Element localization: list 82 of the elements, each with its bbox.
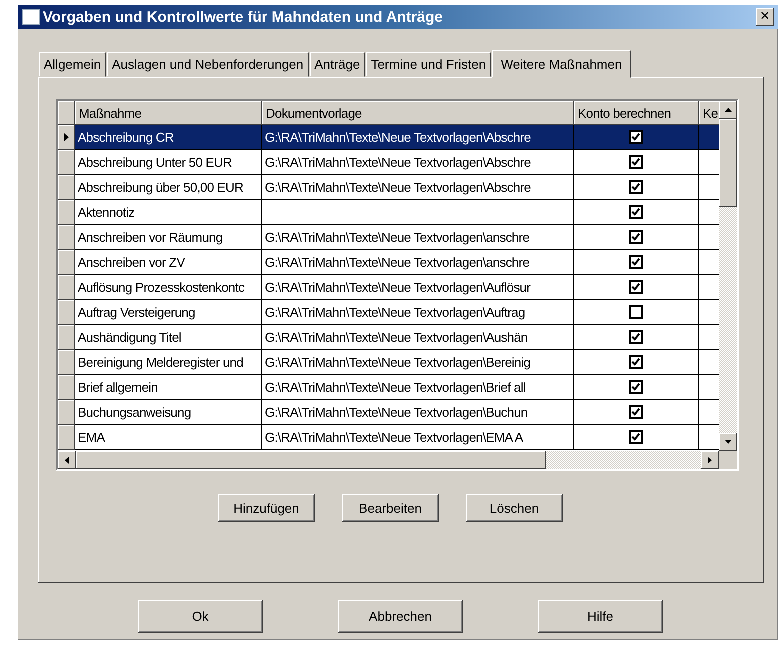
right-arrow-icon bbox=[708, 456, 712, 464]
column-header: Ke bbox=[699, 101, 719, 125]
row-header[interactable] bbox=[58, 275, 75, 300]
table-cell: Aushändigung Titel bbox=[75, 325, 262, 350]
checkbox[interactable] bbox=[629, 355, 643, 369]
tab[interactable]: Termine und Fristen bbox=[366, 52, 492, 77]
scroll-right-button[interactable] bbox=[701, 451, 719, 469]
table-cell: G:\RA\TriMahn\Texte\Neue Textvorlagen\anschre bbox=[262, 250, 574, 275]
checkbox[interactable] bbox=[629, 255, 643, 269]
table-cell: G:\RA\TriMahn\Texte\Neue Textvorlagen\anschre bbox=[262, 225, 574, 250]
table-cell: G:\RA\TriMahn\Texte\Neue Textvorlagen\Brief all bbox=[262, 375, 574, 400]
checkbox[interactable] bbox=[629, 155, 643, 169]
table-cell: Abschreibung CR bbox=[75, 125, 262, 150]
scroll-thumb[interactable] bbox=[76, 451, 546, 469]
action-button[interactable]: Bearbeiten bbox=[342, 494, 439, 522]
table-cell: Brief allgemein bbox=[75, 375, 262, 400]
dialog-button[interactable]: Hilfe bbox=[538, 600, 663, 633]
tab[interactable]: Anträge bbox=[310, 52, 366, 77]
checkbox[interactable] bbox=[629, 180, 643, 194]
table-cell: Buchungsanweisung bbox=[75, 400, 262, 425]
up-arrow-icon bbox=[724, 108, 732, 112]
checkbox[interactable] bbox=[629, 405, 643, 419]
horizontal-scrollbar[interactable] bbox=[58, 451, 737, 469]
dialog-button[interactable]: Abbrechen bbox=[338, 600, 463, 633]
scroll-up-button[interactable] bbox=[719, 101, 737, 119]
table-cell: Auflösung Prozesskostenkontc bbox=[75, 275, 262, 300]
scroll-thumb[interactable] bbox=[719, 119, 737, 207]
tab[interactable]: Weitere Maßnahmen bbox=[492, 50, 632, 78]
table-cell: G:\RA\TriMahn\Texte\Neue Textvorlagen\Bereinig bbox=[262, 350, 574, 375]
table-cell: Abschreibung Unter 50 EUR bbox=[75, 150, 262, 175]
table-cell: Abschreibung über 50,00 EUR bbox=[75, 175, 262, 200]
row-header[interactable] bbox=[58, 375, 75, 400]
column-header: Maßnahme bbox=[75, 101, 262, 125]
table-cell: G:\RA\TriMahn\Texte\Neue Textvorlagen\EMA A bbox=[262, 425, 574, 450]
table-cell: G:\RA\TriMahn\Texte\Neue Textvorlagen\Auflösur bbox=[262, 275, 574, 300]
row-header[interactable] bbox=[58, 400, 75, 425]
row-header[interactable] bbox=[58, 175, 75, 200]
tab[interactable]: Allgemein bbox=[39, 52, 106, 77]
window-icon bbox=[22, 9, 40, 25]
close-button[interactable]: × bbox=[756, 8, 774, 26]
column-header: Dokumentvorlage bbox=[262, 101, 574, 125]
scroll-left-button[interactable] bbox=[58, 451, 76, 469]
window-title: Vorgaben und Kontrollwerte für Mahndaten und Anträge bbox=[43, 8, 444, 26]
scroll-down-button[interactable] bbox=[719, 433, 737, 451]
table-cell: G:\RA\TriMahn\Texte\Neue Textvorlagen\Aushän bbox=[262, 325, 574, 350]
table-cell: Auftrag Versteigerung bbox=[75, 300, 262, 325]
vertical-scrollbar[interactable] bbox=[719, 101, 737, 451]
table-cell: Aktennotiz bbox=[75, 200, 262, 225]
row-header[interactable] bbox=[58, 200, 75, 225]
column-header: Konto berechnen bbox=[574, 101, 699, 125]
table-cell: G:\RA\TriMahn\Texte\Neue Textvorlagen\Abschre bbox=[262, 175, 574, 200]
checkbox[interactable] bbox=[629, 130, 643, 144]
checkbox[interactable] bbox=[629, 280, 643, 294]
row-pointer-icon bbox=[64, 133, 69, 142]
row-header[interactable] bbox=[58, 350, 75, 375]
row-header[interactable] bbox=[58, 300, 75, 325]
table-cell: Anschreiben vor ZV bbox=[75, 250, 262, 275]
checkbox[interactable] bbox=[629, 305, 643, 319]
row-header[interactable] bbox=[58, 425, 75, 450]
action-button[interactable]: Löschen bbox=[466, 494, 563, 522]
table-cell: G:\RA\TriMahn\Texte\Neue Textvorlagen\Abschre bbox=[262, 125, 574, 150]
checkbox[interactable] bbox=[629, 430, 643, 444]
checkbox[interactable] bbox=[629, 205, 643, 219]
checkbox[interactable] bbox=[629, 230, 643, 244]
table-cell: G:\RA\TriMahn\Texte\Neue Textvorlagen\Buchun bbox=[262, 400, 574, 425]
row-header[interactable] bbox=[58, 225, 75, 250]
checkbox[interactable] bbox=[629, 380, 643, 394]
table-cell: G:\RA\TriMahn\Texte\Neue Textvorlagen\Auftrag bbox=[262, 300, 574, 325]
row-header[interactable] bbox=[58, 125, 75, 150]
row-header[interactable] bbox=[58, 325, 75, 350]
action-button[interactable]: Hinzufügen bbox=[218, 494, 315, 522]
tab[interactable]: Auslagen und Nebenforderungen bbox=[107, 52, 309, 77]
table-cell: G:\RA\TriMahn\Texte\Neue Textvorlagen\Abschre bbox=[262, 150, 574, 175]
row-header[interactable] bbox=[58, 150, 75, 175]
row-header[interactable] bbox=[58, 250, 75, 275]
table-cell: Anschreiben vor Räumung bbox=[75, 225, 262, 250]
dialog-button[interactable]: Ok bbox=[138, 600, 263, 633]
checkbox[interactable] bbox=[629, 330, 643, 344]
left-arrow-icon bbox=[65, 456, 69, 464]
table-cell: Bereinigung Melderegister und bbox=[75, 350, 262, 375]
table-cell: EMA bbox=[75, 425, 262, 450]
down-arrow-icon bbox=[724, 440, 732, 444]
